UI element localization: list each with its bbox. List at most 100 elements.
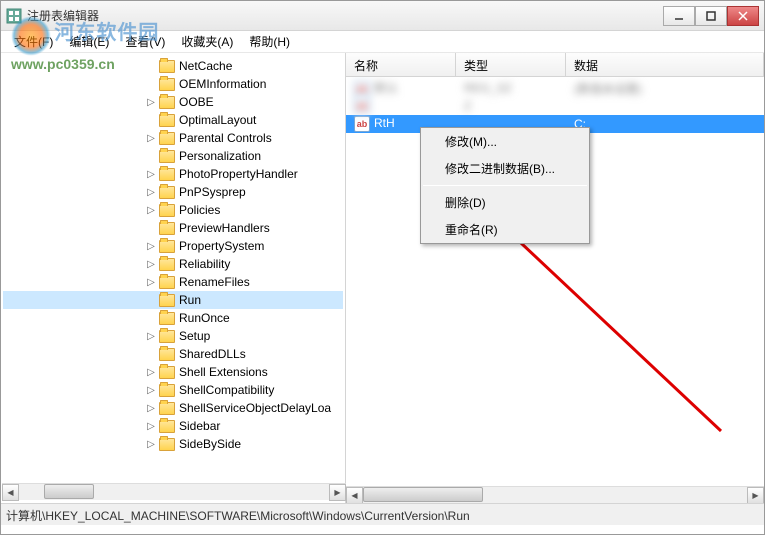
tree-item-previewhandlers[interactable]: PreviewHandlers [3, 219, 343, 237]
menu-favorites[interactable]: 收藏夹(A) [173, 31, 241, 52]
scroll-left-icon[interactable]: ◀ [346, 487, 363, 503]
value-data: C: [570, 117, 760, 131]
tree-item-sidebar[interactable]: ▷Sidebar [3, 417, 343, 435]
menu-view[interactable]: 查看(V) [117, 31, 173, 52]
tree-panel[interactable]: NetCacheOEMInformation▷OOBEOptimalLayout… [1, 53, 346, 503]
content-area: NetCacheOEMInformation▷OOBEOptimalLayout… [1, 53, 764, 503]
list-row[interactable]: Z [346, 97, 764, 115]
folder-icon [159, 96, 175, 109]
tree-scrollbar-h[interactable]: ◀ ▶ [2, 483, 346, 500]
expander-icon[interactable]: ▷ [145, 366, 157, 378]
tree-label: RunOnce [179, 311, 230, 325]
expander-icon[interactable] [145, 114, 157, 126]
folder-icon [159, 330, 175, 343]
menu-edit[interactable]: 编辑(E) [61, 31, 117, 52]
tree-item-run[interactable]: Run [3, 291, 343, 309]
menu-file[interactable]: 文件(F) [6, 31, 61, 52]
titlebar: 注册表编辑器 [1, 1, 764, 31]
folder-icon [159, 366, 175, 379]
expander-icon[interactable] [145, 312, 157, 324]
col-name[interactable]: 名称 [346, 53, 456, 76]
tree-item-shellserviceobjectdelayloa[interactable]: ▷ShellServiceObjectDelayLoa [3, 399, 343, 417]
scroll-right-icon[interactable]: ▶ [747, 487, 764, 503]
tree-item-propertysystem[interactable]: ▷PropertySystem [3, 237, 343, 255]
expander-icon[interactable]: ▷ [145, 438, 157, 450]
folder-icon [159, 60, 175, 73]
tree-item-oobe[interactable]: ▷OOBE [3, 93, 343, 111]
expander-icon[interactable]: ▷ [145, 186, 157, 198]
expander-icon[interactable]: ▷ [145, 420, 157, 432]
folder-icon [159, 78, 175, 91]
expander-icon[interactable]: ▷ [145, 96, 157, 108]
expander-icon[interactable] [145, 60, 157, 72]
menu-help[interactable]: 帮助(H) [241, 31, 298, 52]
expander-icon[interactable] [145, 150, 157, 162]
tree-label: Shell Extensions [179, 365, 268, 379]
ctx-delete[interactable]: 删除(D) [421, 189, 589, 216]
ctx-modify-binary[interactable]: 修改二进制数据(B)... [421, 155, 589, 182]
expander-icon[interactable]: ▷ [145, 276, 157, 288]
list-scrollbar-h[interactable]: ◀ ▶ [346, 486, 764, 503]
folder-icon [159, 312, 175, 325]
ctx-rename[interactable]: 重命名(R) [421, 216, 589, 243]
tree-item-runonce[interactable]: RunOnce [3, 309, 343, 327]
scroll-right-icon[interactable]: ▶ [329, 484, 346, 501]
expander-icon[interactable]: ▷ [145, 204, 157, 216]
folder-icon [159, 402, 175, 415]
tree-item-pnpsysprep[interactable]: ▷PnPSysprep [3, 183, 343, 201]
minimize-button[interactable] [663, 6, 695, 26]
tree-label: RenameFiles [179, 275, 250, 289]
tree-item-policies[interactable]: ▷Policies [3, 201, 343, 219]
tree-item-netcache[interactable]: NetCache [3, 57, 343, 75]
string-value-icon [354, 98, 370, 114]
maximize-button[interactable] [695, 6, 727, 26]
status-path: 计算机\HKEY_LOCAL_MACHINE\SOFTWARE\Microsof… [6, 509, 470, 523]
expander-icon[interactable] [145, 222, 157, 234]
string-value-icon [354, 116, 370, 132]
folder-icon [159, 186, 175, 199]
expander-icon[interactable] [145, 78, 157, 90]
window-title: 注册表编辑器 [27, 7, 663, 24]
expander-icon[interactable]: ▷ [145, 384, 157, 396]
folder-icon [159, 222, 175, 235]
col-data[interactable]: 数据 [566, 53, 764, 76]
tree-item-optimallayout[interactable]: OptimalLayout [3, 111, 343, 129]
tree-item-renamefiles[interactable]: ▷ RenameFiles [3, 273, 343, 291]
app-icon [6, 8, 22, 24]
folder-icon [159, 294, 175, 307]
ctx-modify[interactable]: 修改(M)... [421, 128, 589, 155]
scroll-left-icon[interactable]: ◀ [2, 484, 19, 501]
tree-label: Run [179, 293, 201, 307]
expander-icon[interactable]: ▷ [145, 240, 157, 252]
tree-label: PreviewHandlers [179, 221, 270, 235]
expander-icon[interactable]: ▷ [145, 168, 157, 180]
tree-item-shareddlls[interactable]: SharedDLLs [3, 345, 343, 363]
tree-item-personalization[interactable]: Personalization [3, 147, 343, 165]
value-name: 默认 [374, 81, 398, 95]
tree-item-reliability[interactable]: ▷Reliability [3, 255, 343, 273]
tree-item-parental-controls[interactable]: ▷ Parental Controls [3, 129, 343, 147]
list-header: 名称 类型 数据 [346, 53, 764, 77]
folder-icon [159, 150, 175, 163]
folder-icon [159, 240, 175, 253]
tree-label: SideBySide [179, 437, 241, 451]
list-row[interactable]: 默认 REG_SZ (数值未设置) [346, 79, 764, 97]
expander-icon[interactable]: ▷ [145, 258, 157, 270]
folder-icon [159, 384, 175, 397]
expander-icon[interactable]: ▷ [145, 330, 157, 342]
tree-item-oeminformation[interactable]: OEMInformation [3, 75, 343, 93]
expander-icon[interactable] [145, 294, 157, 306]
tree-item-setup[interactable]: ▷Setup [3, 327, 343, 345]
col-type[interactable]: 类型 [456, 53, 566, 76]
expander-icon[interactable] [145, 348, 157, 360]
tree-item-shell-extensions[interactable]: ▷ Shell Extensions [3, 363, 343, 381]
tree-label: Parental Controls [179, 131, 272, 145]
tree-item-photopropertyhandler[interactable]: ▷PhotoPropertyHandler [3, 165, 343, 183]
value-type: REG_SZ [460, 81, 570, 95]
folder-icon [159, 114, 175, 127]
close-button[interactable] [727, 6, 759, 26]
tree-item-sidebyside[interactable]: ▷ SideBySide [3, 435, 343, 453]
expander-icon[interactable]: ▷ [145, 132, 157, 144]
expander-icon[interactable]: ▷ [145, 402, 157, 414]
tree-item-shellcompatibility[interactable]: ▷ShellCompatibility [3, 381, 343, 399]
